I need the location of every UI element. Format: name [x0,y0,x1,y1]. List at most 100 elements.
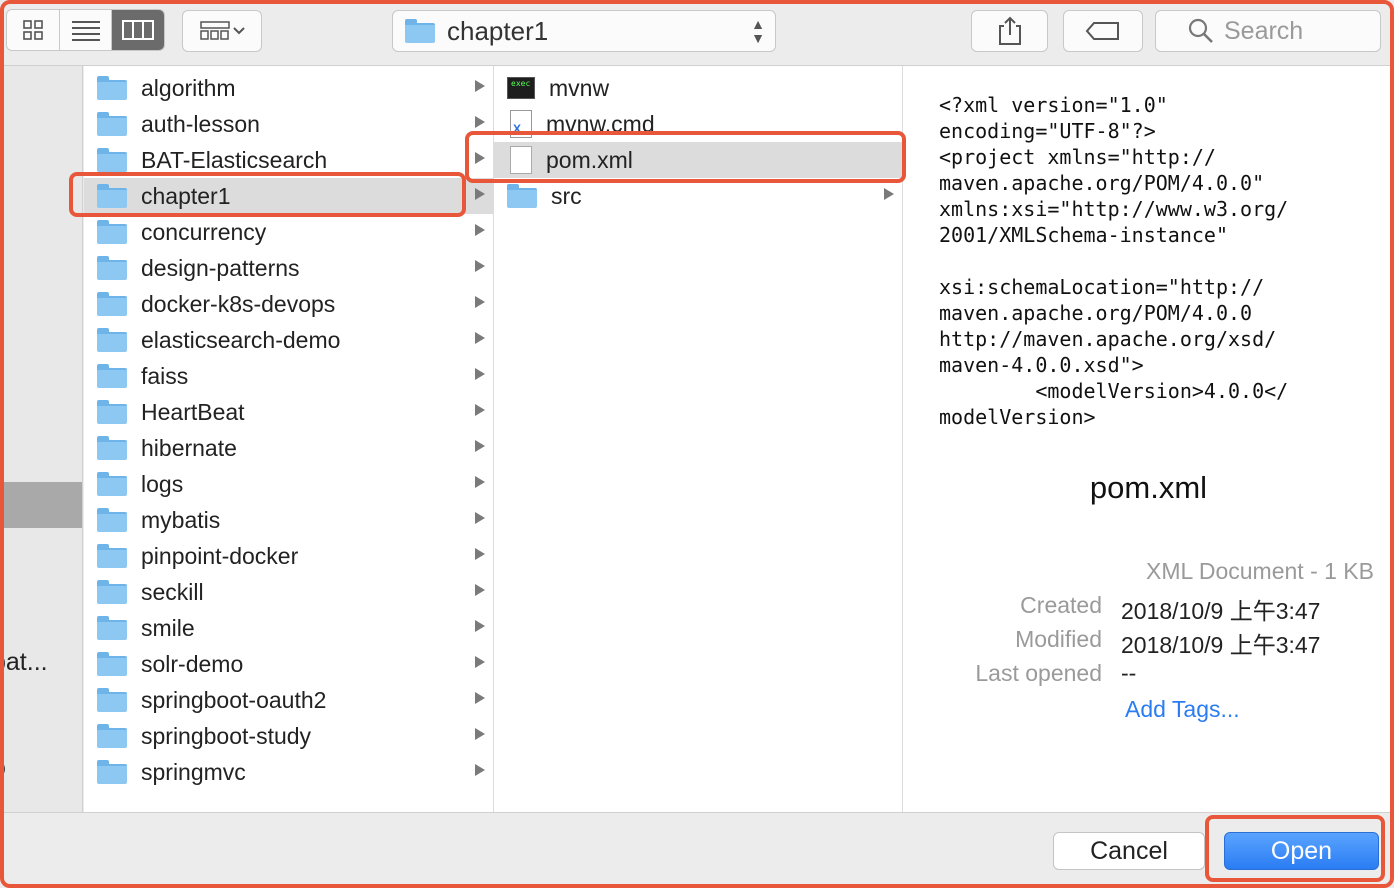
file-row-name: docker-k8s-devops [141,290,336,317]
script-file-icon: X [510,110,532,138]
file-row[interactable]: seckill [84,574,493,610]
folder-column-1: algorithm auth-lesson BAT-Elasticsearch cha… [84,66,494,812]
sidebar-item-truncated[interactable]: D [0,756,6,785]
disclosure-arrow-icon [475,728,485,740]
disclosure-arrow-icon [475,332,485,344]
folder-icon [405,19,435,43]
file-row[interactable]: design-patterns [84,250,493,286]
file-row-name: mvnw [549,74,610,101]
view-mode-segmented-control[interactable] [6,9,165,51]
file-row-name: HeartBeat [141,398,245,425]
file-row[interactable]: docker-k8s-devops [84,286,493,322]
column-view-button[interactable] [112,10,164,50]
folder-icon [97,760,127,784]
folder-icon [97,436,127,460]
file-row-name: hibernate [141,434,237,461]
folder-icon [97,76,127,100]
folder-icon [97,220,127,244]
file-row-name: springboot-study [141,722,312,749]
folder-icon [97,688,127,712]
created-label: Created [1020,592,1102,618]
disclosure-arrow-icon [475,548,485,560]
up-down-chevron-icon: ▲ ▼ [751,16,765,46]
share-icon [998,16,1021,45]
file-row[interactable]: chapter1 [84,178,493,214]
folder-icon [97,616,127,640]
preview-pane: <?xml version="1.0" encoding="UTF-8"?> <… [903,66,1394,812]
list-view-button[interactable] [60,10,113,50]
document-icon [510,146,532,174]
folder-icon [507,184,537,208]
folder-icon [97,652,127,676]
file-row[interactable]: faiss [84,358,493,394]
folder-icon [97,184,127,208]
disclosure-arrow-icon [475,692,485,704]
file-row-name: smile [141,614,195,641]
terminal-file-icon: exec [507,77,535,99]
search-field[interactable]: Search [1155,10,1381,52]
disclosure-arrow-icon [475,656,485,668]
file-row[interactable]: Xmvnw.cmd [494,106,902,142]
file-row[interactable]: logs [84,466,493,502]
file-row[interactable]: exec mvnw [494,70,902,106]
open-button[interactable]: Open [1224,832,1379,870]
file-row[interactable]: smile [84,610,493,646]
file-row[interactable]: hibernate [84,430,493,466]
last-opened-label: Last opened [975,660,1102,686]
file-row[interactable]: springboot-oauth2 [84,682,493,718]
folder-icon [97,544,127,568]
search-icon [1188,18,1213,43]
modified-value: 2018/10/9 上午3:47 [1121,632,1321,658]
file-row[interactable]: concurrency [84,214,493,250]
file-row[interactable]: pom.xml [494,142,902,178]
file-row[interactable]: BAT-Elasticsearch [84,142,493,178]
file-row[interactable]: auth-lesson [84,106,493,142]
icon-view-button[interactable] [7,10,60,50]
preview-filename: pom.xml [1089,470,1208,505]
file-row[interactable]: mybatis [84,502,493,538]
disclosure-arrow-icon [475,440,485,452]
folder-icon [97,148,127,172]
disclosure-arrow-icon [475,152,485,164]
sidebar-item-truncated[interactable]: bat... [0,648,48,677]
disclosure-arrow-icon [475,620,485,632]
file-row-name: design-patterns [141,254,300,281]
folder-icon [97,400,127,424]
share-button[interactable] [971,10,1048,52]
disclosure-arrow-icon [475,116,485,128]
file-row-name: faiss [141,362,189,389]
gallery-view-dropdown[interactable] [182,10,262,52]
folder-icon [97,112,127,136]
file-row[interactable]: springmvc [84,754,493,790]
add-tags-link[interactable]: Add Tags... [1125,696,1240,723]
file-row[interactable]: elasticsearch-demo [84,322,493,358]
folder-icon [97,256,127,280]
toolbar: chapter1 ▲ ▼ Search [0,0,1394,66]
file-row[interactable]: src [494,178,902,214]
file-row[interactable]: algorithm [84,70,493,106]
disclosure-arrow-icon [475,764,485,776]
file-row[interactable]: HeartBeat [84,394,493,430]
file-row-name: springmvc [141,758,246,785]
disclosure-arrow-icon [475,188,485,200]
sidebar-selected-item[interactable] [0,482,82,528]
folder-icon [97,292,127,316]
folder-icon [97,472,127,496]
folder-icon [97,328,127,352]
cancel-button[interactable]: Cancel [1053,832,1205,870]
file-row[interactable]: springboot-study [84,718,493,754]
last-opened-value: -- [1121,660,1137,686]
tags-button[interactable] [1063,10,1143,52]
disclosure-arrow-icon [475,80,485,92]
path-popup-button[interactable]: chapter1 ▲ ▼ [392,10,776,52]
file-row[interactable]: solr-demo [84,646,493,682]
icon-view-icon [23,20,43,40]
file-kind-size: XML Document - 1 KB [1146,558,1374,584]
column-view-icon [122,20,155,40]
folder-icon [97,508,127,532]
sidebar: bat... D [0,66,83,812]
file-row-name: mvnw.cmd [546,110,655,137]
file-row-name: seckill [141,578,204,605]
file-row[interactable]: pinpoint-docker [84,538,493,574]
disclosure-arrow-icon [475,260,485,272]
